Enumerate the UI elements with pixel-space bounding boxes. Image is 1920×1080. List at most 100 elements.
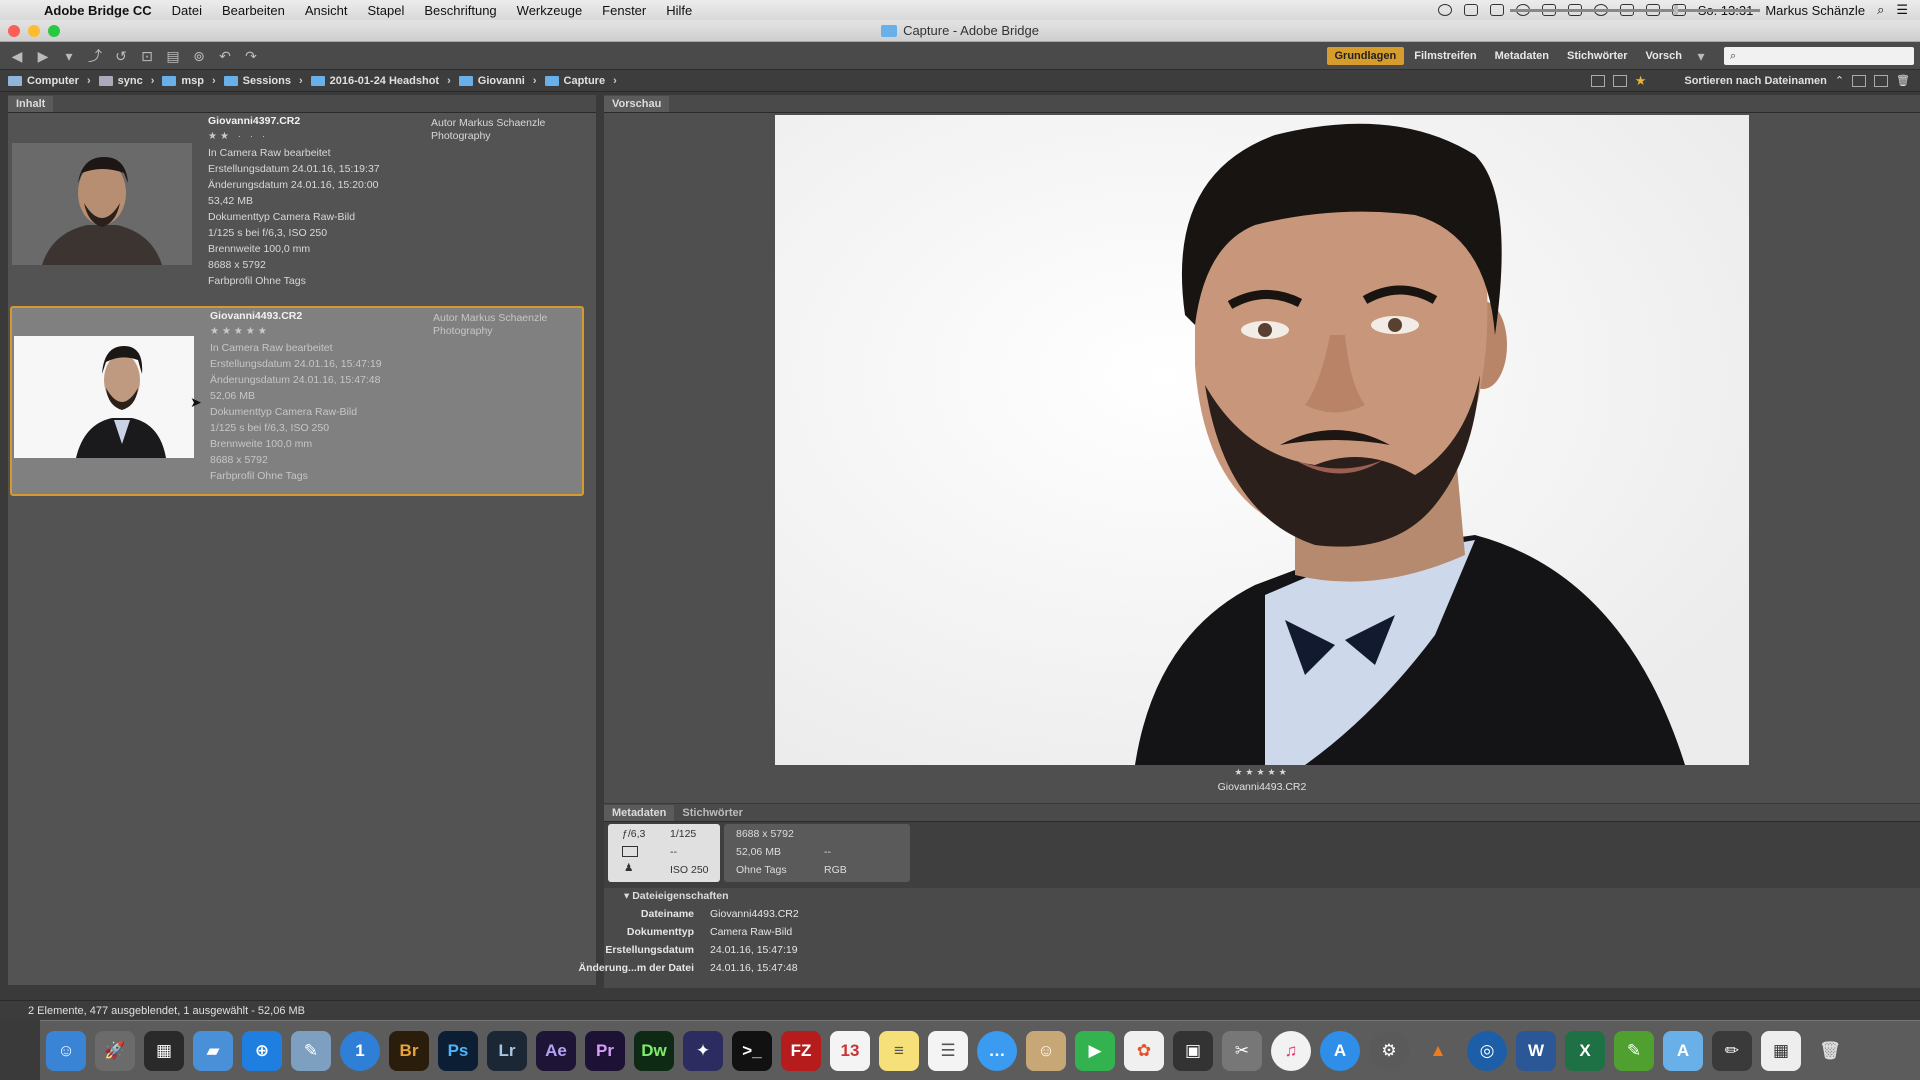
menu-app-name[interactable]: Adobe Bridge CC — [34, 3, 162, 18]
reveal-recent-icon[interactable]: ↺ — [112, 47, 130, 65]
disclosure-triangle-icon[interactable]: ▾ — [624, 890, 629, 902]
thumbnail[interactable] — [12, 143, 192, 265]
reminders-icon[interactable]: ☰ — [928, 1030, 968, 1071]
rotate-right-icon[interactable]: ↷ — [242, 47, 260, 65]
workspace-grundlagen[interactable]: Grundlagen — [1326, 46, 1405, 65]
breadcrumb-headshot[interactable]: 2016-01-24 Headshot › — [310, 75, 451, 87]
thumbnail-size-slider[interactable] — [1510, 9, 1760, 12]
evernote-icon[interactable]: ✎ — [1614, 1030, 1654, 1071]
menu-datei[interactable]: Datei — [162, 3, 212, 18]
vlc-icon[interactable]: ▲ — [1418, 1031, 1458, 1071]
camera-download-icon[interactable]: ⊡ — [138, 47, 156, 65]
word-icon[interactable]: W — [1516, 1030, 1556, 1071]
breadcrumb-computer[interactable]: Computer › — [8, 75, 91, 87]
excel-icon[interactable]: X — [1565, 1030, 1605, 1071]
dock-app-premiere[interactable]: Pr — [585, 1030, 625, 1071]
tab-vorschau[interactable]: Vorschau — [604, 95, 670, 112]
menu-fenster[interactable]: Fenster — [592, 3, 656, 18]
breadcrumb-msp[interactable]: msp › — [162, 75, 216, 87]
workspace-dropdown-icon[interactable]: ▾ — [1692, 47, 1710, 65]
workspace-stichwoerter[interactable]: Stichwörter — [1559, 47, 1636, 65]
search-input[interactable]: ⌕ — [1724, 46, 1914, 65]
zoom-window-button[interactable] — [48, 25, 60, 37]
photos-icon[interactable]: ✿ — [1124, 1030, 1164, 1071]
terminal-icon[interactable]: >_ — [732, 1030, 772, 1071]
new-folder-icon[interactable] — [1852, 74, 1867, 87]
back-icon[interactable]: ◀ — [8, 47, 26, 65]
menu-werkzeuge[interactable]: Werkzeuge — [507, 3, 593, 18]
workspace-vorsch[interactable]: Vorsch — [1638, 47, 1690, 65]
dock-app-photoshop[interactable]: Ps — [438, 1030, 478, 1071]
preview-image[interactable] — [775, 115, 1749, 765]
messages-icon[interactable]: … — [977, 1030, 1017, 1071]
dock-app-dreamweaver[interactable]: Dw — [634, 1030, 674, 1071]
delete-trash-icon[interactable]: 🗑 — [1896, 74, 1910, 87]
open-camera-raw-icon[interactable]: ⊚ — [190, 47, 208, 65]
section-header[interactable]: ▾ Dateieigenschaften — [624, 890, 728, 902]
forward-icon[interactable]: ▶ — [34, 47, 52, 65]
sort-direction-icon[interactable]: ⌃ — [1835, 74, 1844, 87]
history-dropdown-icon[interactable]: ▾ — [60, 47, 78, 65]
dock-app-aftereffects[interactable]: Ae — [536, 1030, 576, 1071]
downloads-stack-icon[interactable]: ▦ — [1761, 1030, 1801, 1071]
record-status-icon[interactable] — [1437, 4, 1452, 16]
content-item-selected[interactable]: Giovanni4493.CR2 ★★★★★ In Camera Raw bea… — [10, 306, 584, 496]
app-store-icon[interactable]: A — [1320, 1030, 1360, 1071]
imovie-icon[interactable]: ✦ — [683, 1030, 723, 1071]
breadcrumb-capture[interactable]: Capture › — [544, 75, 617, 87]
open-recent-icon[interactable] — [1874, 74, 1889, 87]
calendar-icon[interactable]: 13 — [830, 1030, 870, 1071]
launchpad-icon[interactable]: 🚀 — [95, 1030, 135, 1071]
dropbox-status-icon[interactable] — [1463, 4, 1478, 16]
safari-icon[interactable]: ⊕ — [242, 1030, 282, 1071]
notification-center-icon[interactable]: ☰ — [1896, 2, 1908, 18]
facetime-icon[interactable]: ▶ — [1075, 1030, 1115, 1071]
breadcrumb-sessions[interactable]: Sessions › — [223, 75, 303, 87]
thumbnail[interactable] — [14, 336, 194, 458]
thumbnail-quality-icon[interactable] — [1590, 74, 1605, 87]
minimize-window-button[interactable] — [28, 25, 40, 37]
dock-app-bridge[interactable]: Br — [389, 1030, 429, 1071]
parent-folder-icon[interactable]: ⤴ — [86, 47, 104, 65]
menu-beschriftung[interactable]: Beschriftung — [414, 3, 506, 18]
tab-inhalt[interactable]: Inhalt — [8, 95, 54, 112]
preview-rating[interactable]: ★★★★★ — [604, 767, 1920, 778]
item-rating[interactable]: ★★★★★ — [210, 324, 382, 340]
view-mode-icon[interactable] — [1612, 74, 1627, 87]
contacts-icon[interactable]: ☺ — [1026, 1030, 1066, 1071]
iphoto-icon[interactable]: ✂ — [1222, 1030, 1262, 1071]
sort-dropdown[interactable]: Sortieren nach Dateinamen — [1684, 75, 1826, 87]
user-name[interactable]: Markus Schänzle — [1765, 3, 1865, 18]
close-window-button[interactable] — [8, 25, 20, 37]
trash-icon[interactable]: 🗑 — [1810, 1031, 1850, 1071]
browser-icon[interactable]: ◎ — [1467, 1030, 1507, 1071]
tab-metadaten[interactable]: Metadaten — [604, 804, 675, 821]
breadcrumb-sync[interactable]: sync › — [98, 75, 154, 87]
mission-control-icon[interactable]: ▦ — [144, 1030, 184, 1071]
rating-filter-star-icon[interactable]: ★ — [1635, 73, 1647, 89]
workspace-metadaten[interactable]: Metadaten — [1487, 47, 1557, 65]
menu-bearbeiten[interactable]: Bearbeiten — [212, 3, 295, 18]
filezilla-icon[interactable]: FZ — [781, 1030, 821, 1071]
notes-icon[interactable]: ≡ — [879, 1030, 919, 1071]
applications-folder-icon[interactable]: A — [1663, 1030, 1703, 1071]
system-preferences-icon[interactable]: ⚙ — [1369, 1030, 1409, 1071]
brushes-folder-icon[interactable]: ✏ — [1712, 1030, 1752, 1071]
menu-ansicht[interactable]: Ansicht — [295, 3, 358, 18]
menu-hilfe[interactable]: Hilfe — [656, 3, 702, 18]
slider-handle[interactable] — [1674, 5, 1678, 15]
workspace-filmstreifen[interactable]: Filmstreifen — [1406, 47, 1484, 65]
menu-stapel[interactable]: Stapel — [358, 3, 415, 18]
finder-icon[interactable]: ☺ — [46, 1030, 86, 1071]
dock-app-lightroom[interactable]: Lr — [487, 1030, 527, 1071]
itunes-icon[interactable]: ♫ — [1271, 1030, 1311, 1071]
refine-icon[interactable]: ▤ — [164, 47, 182, 65]
item-rating[interactable]: ★★ · · · — [208, 129, 380, 145]
rotate-left-icon[interactable]: ↶ — [216, 47, 234, 65]
folder-app-icon[interactable]: ▰ — [193, 1030, 233, 1071]
drive-status-icon[interactable] — [1489, 4, 1504, 16]
spotlight-icon[interactable]: ⌕ — [1877, 2, 1884, 18]
onepassword-icon[interactable]: 1 — [340, 1030, 380, 1071]
breadcrumb-giovanni[interactable]: Giovanni › — [458, 75, 537, 87]
photo-booth-icon[interactable]: ▣ — [1173, 1030, 1213, 1071]
